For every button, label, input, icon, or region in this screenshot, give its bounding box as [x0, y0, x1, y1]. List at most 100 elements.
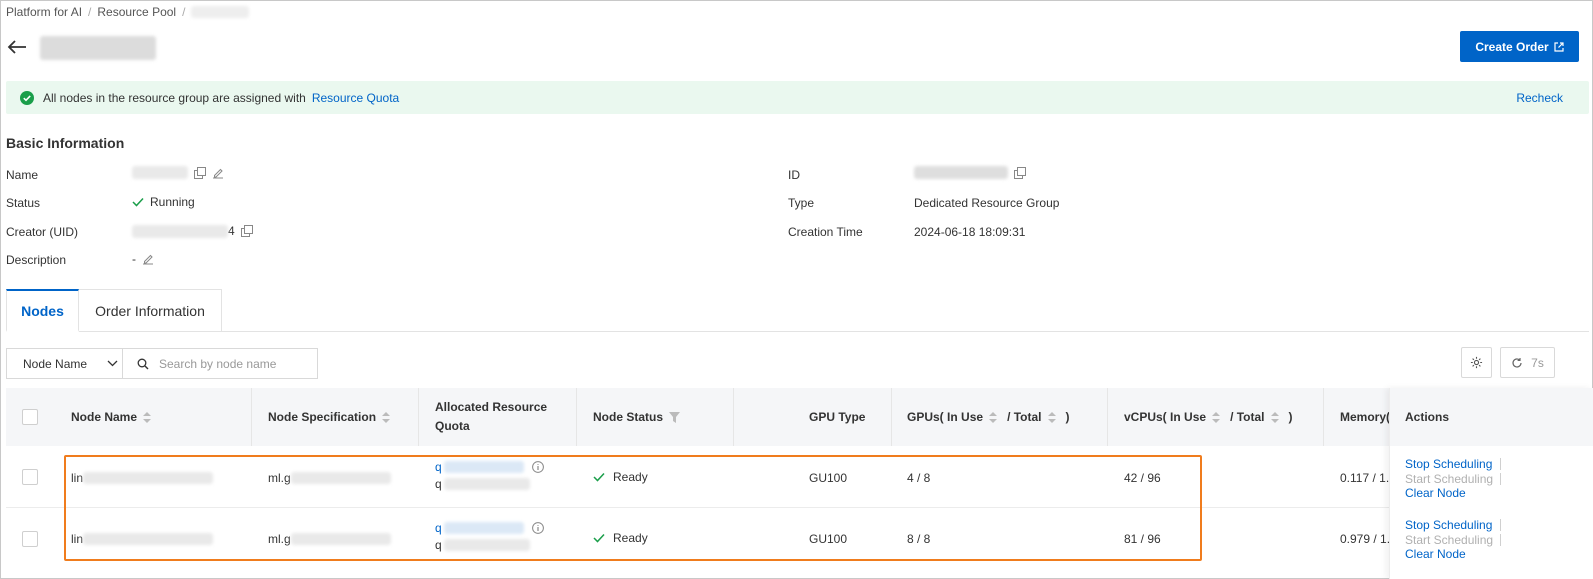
header-node-status[interactable]: Node Status [593, 388, 681, 446]
tab-bar: Nodes Order Information [6, 289, 1589, 332]
select-all-checkbox[interactable] [22, 409, 38, 425]
column-divider [1107, 388, 1108, 446]
sort-icon[interactable] [1047, 411, 1056, 423]
search-input[interactable]: Search by node name [123, 357, 276, 371]
creator-redacted [132, 224, 228, 238]
header-vcpus-total[interactable]: / Total [1230, 410, 1264, 424]
header-gpus: GPUs( In Use / Total ) [907, 388, 1070, 446]
header-memory: Memory( [1340, 388, 1390, 446]
label-type: Type [788, 196, 815, 210]
value-status: Running [132, 195, 195, 209]
back-arrow-icon[interactable] [6, 36, 28, 58]
status-text: Running [150, 195, 195, 209]
sort-icon[interactable] [143, 411, 152, 423]
clear-node-link[interactable]: Clear Node [1405, 547, 1466, 561]
sort-icon[interactable] [382, 411, 391, 423]
create-order-button[interactable]: Create Order [1460, 31, 1579, 62]
id-redacted [914, 166, 1008, 179]
header-memory-label: Memory( [1340, 410, 1391, 424]
header-gpus-total[interactable]: / Total [1007, 410, 1041, 424]
row-checkbox[interactable] [22, 469, 38, 485]
label-creator: Creator (UID) [6, 225, 79, 239]
breadcrumb-platform[interactable]: Platform for AI [6, 5, 82, 19]
recheck-link[interactable]: Recheck [1516, 91, 1563, 105]
column-divider [576, 388, 577, 446]
column-divider [251, 388, 252, 446]
copy-icon[interactable] [1014, 166, 1026, 179]
search-icon [137, 358, 149, 369]
row-checkbox[interactable] [22, 531, 38, 547]
tab-order-information[interactable]: Order Information [79, 289, 222, 332]
table-header: Node Name Node Specification Allocated R… [6, 388, 1589, 446]
sort-icon[interactable] [1270, 411, 1279, 423]
chevron-down-icon [107, 360, 118, 367]
header-vcpus-in-use[interactable]: In Use [1170, 410, 1206, 424]
filter-field-select[interactable]: Node Name [7, 349, 123, 378]
page-title-redacted [40, 36, 156, 60]
copy-icon[interactable] [240, 225, 253, 237]
header-actions: Actions [1390, 388, 1593, 446]
clear-node-link[interactable]: Clear Node [1405, 486, 1466, 500]
header-allocated-quota: Allocated Resource Quota [435, 388, 555, 446]
start-scheduling-link: Start Scheduling [1405, 472, 1494, 486]
header-gpus-close: ) [1065, 410, 1070, 424]
settings-button[interactable] [1461, 347, 1492, 378]
column-divider [733, 388, 734, 446]
header-gpus-label: GPUs( [907, 410, 944, 424]
actions-column: Actions Stop Scheduling Start Scheduling… [1389, 388, 1593, 579]
breadcrumb-resource-pool[interactable]: Resource Pool [97, 5, 176, 19]
external-link-icon [1554, 41, 1564, 52]
breadcrumb-separator: / [182, 5, 186, 19]
start-scheduling-link: Start Scheduling [1405, 533, 1494, 547]
value-creator: 4 [132, 224, 253, 238]
banner-message: All nodes in the resource group are assi… [43, 90, 306, 105]
column-divider [1323, 388, 1324, 446]
value-description: - [132, 252, 154, 266]
value-name [132, 166, 224, 179]
breadcrumb-current-redacted [191, 6, 250, 18]
label-id: ID [788, 168, 800, 182]
label-description: Description [6, 253, 67, 267]
action-separator [1500, 519, 1501, 531]
success-banner: All nodes in the resource group are assi… [6, 81, 1589, 114]
value-type: Dedicated Resource Group [914, 196, 1060, 210]
copy-icon[interactable] [194, 166, 206, 179]
stop-scheduling-link[interactable]: Stop Scheduling [1405, 518, 1492, 532]
header-gpu-type-label: GPU Type [809, 410, 866, 424]
edit-icon[interactable] [212, 167, 224, 179]
resource-quota-link[interactable]: Resource Quota [312, 91, 399, 105]
filter-icon[interactable] [669, 411, 681, 423]
header-vcpus: vCPUs( In Use / Total ) [1124, 388, 1293, 446]
label-status: Status [6, 196, 41, 210]
header-node-name-label: Node Name [71, 410, 138, 424]
filter-field-label: Node Name [23, 356, 88, 371]
header-node-status-label: Node Status [593, 410, 664, 424]
check-icon [132, 197, 144, 207]
creator-suffix: 4 [228, 224, 235, 238]
header-select-all [22, 388, 38, 446]
description-text: - [132, 252, 136, 266]
memory-cell: 0.979 / 1. [1340, 532, 1391, 546]
header-node-name[interactable]: Node Name [71, 388, 152, 446]
header-allocated-quota-label: Allocated Resource Quota [435, 400, 548, 433]
header-gpu-type: GPU Type [809, 388, 865, 446]
sort-icon[interactable] [1212, 411, 1221, 423]
header-gpus-in-use[interactable]: In Use [947, 410, 983, 424]
search-placeholder: Search by node name [159, 356, 277, 371]
value-id [914, 166, 1026, 179]
memory-cell: 0.117 / 1. [1340, 471, 1390, 485]
edit-icon[interactable] [142, 253, 154, 265]
action-separator [1500, 458, 1501, 470]
refresh-button[interactable]: 7s [1500, 347, 1555, 378]
action-separator [1500, 534, 1501, 546]
action-separator [1500, 473, 1501, 485]
label-creation-time: Creation Time [788, 225, 863, 239]
column-divider [418, 388, 419, 446]
highlight-box [64, 455, 1202, 561]
create-order-label: Create Order [1475, 39, 1549, 54]
sort-icon[interactable] [989, 411, 998, 423]
tab-nodes[interactable]: Nodes [6, 289, 79, 332]
stop-scheduling-link[interactable]: Stop Scheduling [1405, 457, 1492, 471]
header-node-spec[interactable]: Node Specification [268, 388, 391, 446]
refresh-countdown: 7s [1531, 355, 1544, 370]
